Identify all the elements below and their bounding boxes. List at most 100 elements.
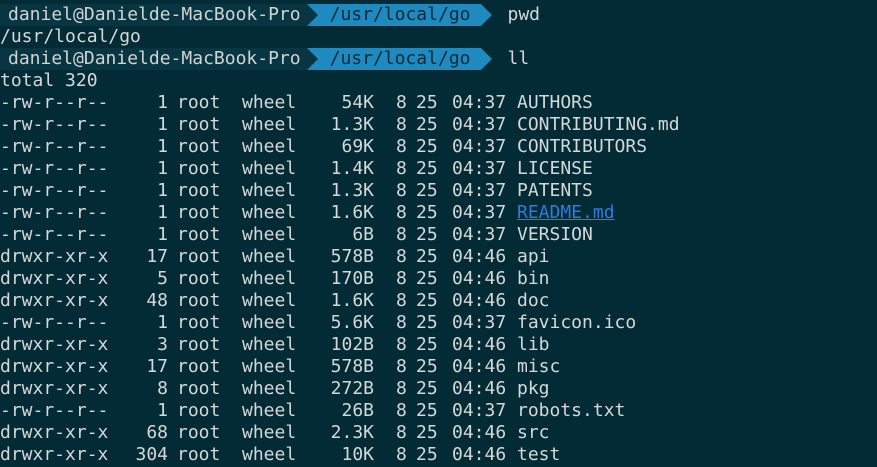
link-count: 1: [157, 202, 168, 223]
file-size: 54K: [341, 92, 374, 113]
time: 04:46: [452, 268, 507, 289]
day: 25: [416, 268, 438, 289]
day: 25: [416, 334, 438, 355]
file-name: LICENSE: [517, 158, 593, 179]
time: 04:37: [452, 202, 507, 223]
permissions: -rw-r--r--: [0, 400, 109, 421]
file-name: doc: [517, 290, 550, 311]
day: 25: [416, 114, 438, 135]
link-count: 5: [157, 268, 168, 289]
time: 04:37: [452, 224, 507, 245]
permissions: drwxr-xr-x: [0, 422, 109, 443]
file-size: 1.6K: [330, 290, 374, 311]
time: 04:46: [452, 356, 507, 377]
listing-row: -rw-r--r-- 1 root wheel 54K 8 25 04:37 AUTHORS: [0, 92, 877, 114]
group: wheel: [242, 268, 297, 289]
link-count: 304: [135, 444, 168, 465]
listing-row: drwxr-xr-x 68 root wheel 2.3K 8 25 04:46 src: [0, 422, 877, 444]
file-size: 2.3K: [330, 422, 374, 443]
file-name: favicon.ico: [517, 312, 637, 333]
group: wheel: [242, 114, 297, 135]
day: 25: [416, 224, 438, 245]
listing-row: drwxr-xr-x 3 root wheel 102B 8 25 04:46 lib: [0, 334, 877, 356]
month: 8: [396, 400, 407, 421]
time: 04:37: [452, 400, 507, 421]
file-size: 272B: [330, 378, 374, 399]
owner: root: [177, 378, 221, 399]
file-size: 170B: [330, 268, 374, 289]
owner: root: [177, 400, 221, 421]
prompt-host: daniel@Danielde-MacBook-Pro: [0, 48, 307, 70]
file-name: CONTRIBUTING.md: [517, 114, 680, 135]
prompt-host: daniel@Danielde-MacBook-Pro: [0, 4, 307, 26]
month: 8: [396, 290, 407, 311]
link-count: 1: [157, 114, 168, 135]
prompt-separator-icon: [306, 48, 318, 70]
permissions: drwxr-xr-x: [0, 378, 109, 399]
file-name: api: [517, 246, 550, 267]
month: 8: [396, 312, 407, 333]
month: 8: [396, 180, 407, 201]
terminal-window[interactable]: daniel@Danielde-MacBook-Pro/usr/local/go…: [0, 0, 877, 467]
listing-row: -rw-r--r-- 1 root wheel 5.6K 8 25 04:37 favicon.…: [0, 312, 877, 334]
file-name: VERSION: [517, 224, 593, 245]
permissions: -rw-r--r--: [0, 92, 109, 113]
time: 04:37: [452, 180, 507, 201]
day: 25: [416, 202, 438, 223]
time: 04:37: [452, 114, 507, 135]
day: 25: [416, 378, 438, 399]
time: 04:46: [452, 246, 507, 267]
file-size: 578B: [330, 246, 374, 267]
owner: root: [177, 422, 221, 443]
file-size: 102B: [330, 334, 374, 355]
prompt-line: daniel@Danielde-MacBook-Pro/usr/local/go…: [0, 4, 540, 26]
group: wheel: [242, 356, 297, 377]
time: 04:37: [452, 312, 507, 333]
file-size: 1.6K: [330, 202, 374, 223]
prompt-cwd: /usr/local/go: [317, 4, 481, 26]
listing-row: drwxr-xr-x 304 root wheel 10K 8 25 04:46 test: [0, 444, 877, 466]
permissions: -rw-r--r--: [0, 114, 109, 135]
time: 04:37: [452, 92, 507, 113]
owner: root: [177, 312, 221, 333]
time: 04:46: [452, 378, 507, 399]
listing-row: -rw-r--r-- 1 root wheel 69K 8 25 04:37 CONTRIBUT…: [0, 136, 877, 158]
file-size: 10K: [341, 444, 374, 465]
owner: root: [177, 334, 221, 355]
file-size: 26B: [341, 400, 374, 421]
day: 25: [416, 356, 438, 377]
month: 8: [396, 378, 407, 399]
permissions: drwxr-xr-x: [0, 356, 109, 377]
month: 8: [396, 268, 407, 289]
listing-row: -rw-r--r-- 1 root wheel 26B 8 25 04:37 robots.tx…: [0, 400, 877, 422]
link-count: 1: [157, 158, 168, 179]
time: 04:46: [452, 334, 507, 355]
time: 04:46: [452, 444, 507, 465]
day: 25: [416, 422, 438, 443]
owner: root: [177, 246, 221, 267]
link-count: 1: [157, 92, 168, 113]
month: 8: [396, 202, 407, 223]
group: wheel: [242, 378, 297, 399]
group: wheel: [242, 422, 297, 443]
file-name: test: [517, 444, 561, 465]
file-name: lib: [517, 334, 550, 355]
group: wheel: [242, 180, 297, 201]
listing-row: -rw-r--r-- 1 root wheel 1.6K 8 25 04:37 README.m…: [0, 202, 877, 224]
owner: root: [177, 180, 221, 201]
link-count: 3: [157, 334, 168, 355]
group: wheel: [242, 136, 297, 157]
day: 25: [416, 400, 438, 421]
permissions: drwxr-xr-x: [0, 444, 109, 465]
permissions: drwxr-xr-x: [0, 268, 109, 289]
file-name: src: [517, 422, 550, 443]
file-name-link[interactable]: README.md: [517, 202, 615, 224]
owner: root: [177, 356, 221, 377]
owner: root: [177, 92, 221, 113]
file-name: CONTRIBUTORS: [517, 136, 648, 157]
day: 25: [416, 136, 438, 157]
file-size: 1.3K: [330, 180, 374, 201]
prompt-cwd: /usr/local/go: [317, 48, 481, 70]
listing-row: drwxr-xr-x 17 root wheel 578B 8 25 04:46 misc: [0, 356, 877, 378]
file-size: 6B: [352, 224, 374, 245]
